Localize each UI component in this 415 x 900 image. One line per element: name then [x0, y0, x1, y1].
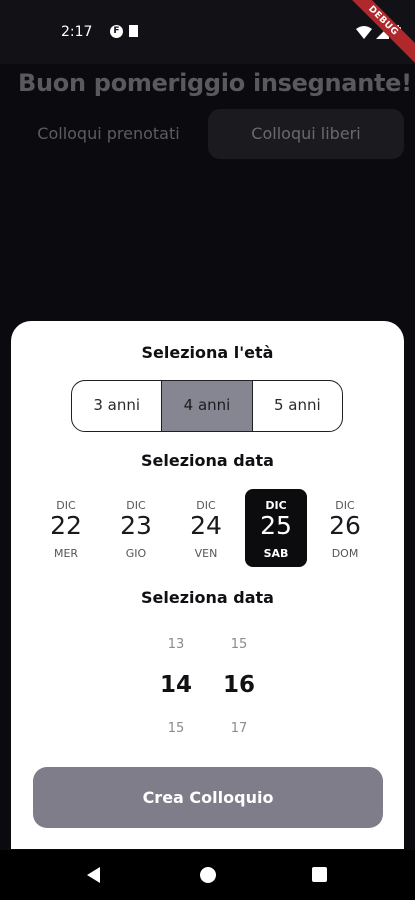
minute-prev[interactable]: 15	[209, 637, 269, 652]
age-option-5[interactable]: 5 anni	[253, 381, 342, 431]
hour-prev[interactable]: 13	[146, 637, 206, 652]
minute-current[interactable]: 16	[209, 672, 269, 698]
hour-next[interactable]: 15	[146, 721, 206, 736]
date-day: 24	[190, 511, 222, 540]
age-segmented-control: 3 anni 4 anni 5 anni	[71, 380, 343, 432]
date-weekday: VEN	[194, 547, 218, 560]
hour-current[interactable]: 14	[146, 672, 206, 698]
age-option-3[interactable]: 3 anni	[72, 381, 163, 431]
date-day: 22	[50, 511, 82, 540]
date-item[interactable]: DIC 26 DOM	[314, 489, 376, 567]
create-interview-sheet: Seleziona l'età 3 anni 4 anni 5 anni Sel…	[11, 321, 404, 849]
date-weekday: GIO	[125, 547, 147, 560]
age-section-title: Seleziona l'età	[141, 343, 274, 362]
back-icon[interactable]	[87, 867, 100, 883]
wifi-icon	[356, 25, 372, 39]
date-weekday: DOM	[331, 547, 359, 560]
system-nav-bar	[0, 850, 415, 900]
tab-free-interviews[interactable]: Colloqui liberi	[208, 109, 404, 159]
status-bar: 2:17 F DEBUG	[0, 0, 415, 76]
date-item-selected[interactable]: DIC 25 SAB	[245, 489, 307, 567]
age-option-4[interactable]: 4 anni	[162, 381, 253, 431]
f-app-icon: F	[110, 25, 123, 38]
home-icon[interactable]	[200, 867, 216, 883]
minute-next[interactable]: 17	[209, 721, 269, 736]
date-weekday: SAB	[263, 547, 289, 560]
date-item[interactable]: DIC 22 MER	[35, 489, 97, 567]
status-time: 2:17	[61, 24, 93, 40]
date-item[interactable]: DIC 23 GIO	[105, 489, 167, 567]
page-title: Buon pomeriggio insegnante!	[18, 69, 412, 97]
date-day: 26	[329, 511, 361, 540]
date-section-title: Seleziona data	[141, 451, 274, 470]
recents-icon[interactable]	[312, 867, 327, 882]
sd-card-icon	[129, 25, 138, 37]
time-section-title: Seleziona data	[141, 588, 274, 607]
create-interview-button[interactable]: Crea Colloquio	[33, 767, 383, 828]
date-weekday: MER	[53, 547, 79, 560]
date-item[interactable]: DIC 24 VEN	[175, 489, 237, 567]
date-day: 23	[120, 511, 152, 540]
date-day: 25	[260, 511, 292, 540]
tab-booked-interviews[interactable]: Colloqui prenotati	[16, 109, 201, 159]
